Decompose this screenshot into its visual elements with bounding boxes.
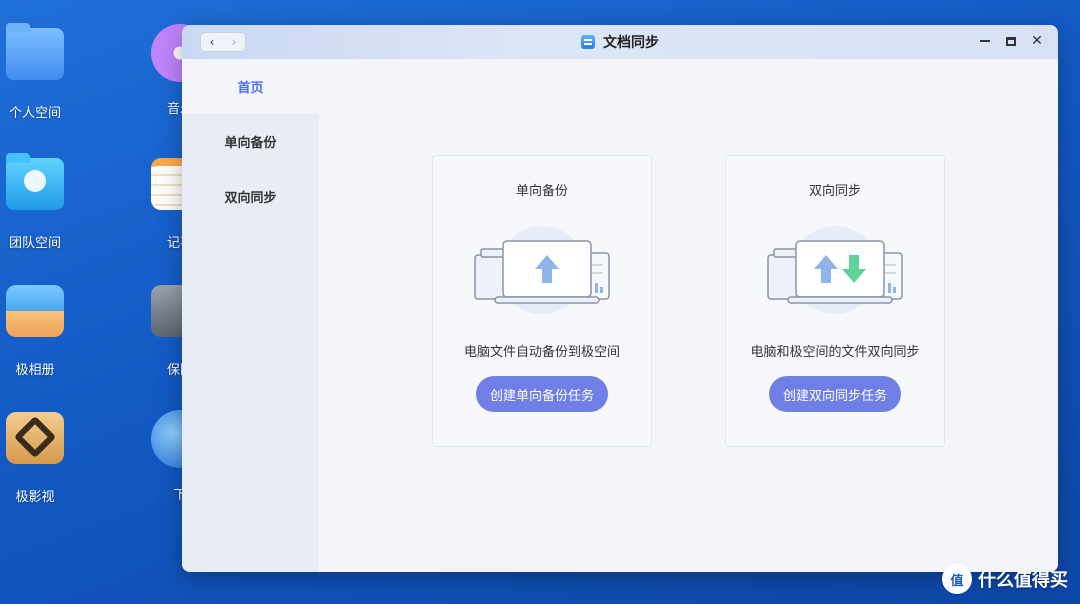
desktop-icon-label: 极相册: [15, 363, 55, 378]
two-way-sync-card: 双向同步 电脑和极空间的文件双向同步 创建双向同步任务: [725, 155, 945, 447]
window-title: 文档同步: [581, 32, 659, 52]
desktop-icon-label: 团队空间: [8, 236, 61, 251]
folder-icon: [6, 23, 64, 80]
desktop-icon-album[interactable]: 极相册: [0, 285, 70, 378]
card-description: 电脑文件自动备份到极空间: [463, 345, 620, 360]
back-button[interactable]: ‹: [201, 33, 223, 51]
sidebar-item-home[interactable]: 首页: [182, 59, 319, 114]
watermark: 值 什么值得买: [942, 564, 1068, 594]
forward-button[interactable]: ›: [223, 33, 245, 51]
backup-illustration-icon: [474, 226, 610, 314]
window-controls: ✕: [978, 31, 1044, 51]
close-icon[interactable]: ✕: [1030, 31, 1044, 51]
nav-buttons: ‹ ›: [200, 32, 246, 52]
desktop-icon-personal-space[interactable]: 个人空间: [0, 23, 70, 121]
sync-illustration-icon: [767, 226, 903, 314]
main-content: 单向备份 电脑文件自动备份到极空间 创建单向备份任务 双向同步 电脑和极空间的文…: [319, 59, 1058, 572]
window-title-text: 文档同步: [603, 35, 659, 51]
video-icon: [6, 412, 64, 464]
document-sync-window: ‹ › 文档同步 ✕ 首页 单向备份 双向同步 单向备份 电脑文件自动备份到极空…: [182, 25, 1058, 572]
maximize-icon[interactable]: [1004, 31, 1018, 51]
minimize-icon[interactable]: [978, 31, 992, 51]
desktop-icon-video[interactable]: 极影视: [0, 412, 70, 505]
card-title: 单向备份: [515, 184, 568, 199]
sidebar-item-one-way-backup[interactable]: 单向备份: [182, 114, 319, 169]
title-bar: ‹ › 文档同步 ✕: [182, 25, 1058, 59]
create-one-way-backup-button[interactable]: 创建单向备份任务: [476, 376, 608, 412]
card-description: 电脑和极空间的文件双向同步: [750, 345, 920, 360]
create-two-way-sync-button[interactable]: 创建双向同步任务: [769, 376, 901, 412]
card-title: 双向同步: [808, 184, 861, 199]
one-way-backup-card: 单向备份 电脑文件自动备份到极空间 创建单向备份任务: [432, 155, 652, 447]
album-icon: [6, 285, 64, 337]
sidebar: 首页 单向备份 双向同步: [182, 59, 319, 572]
desktop-icon-label: 极影视: [15, 490, 55, 505]
desktop-icon-team-space[interactable]: 团队空间: [0, 153, 70, 251]
desktop-icon-label: 个人空间: [8, 106, 61, 121]
sidebar-item-two-way-sync[interactable]: 双向同步: [182, 169, 319, 224]
team-folder-icon: [6, 153, 64, 210]
document-sync-app-icon: [581, 35, 595, 49]
watermark-text: 什么值得买: [978, 570, 1068, 591]
watermark-logo-icon: 值: [942, 564, 972, 594]
